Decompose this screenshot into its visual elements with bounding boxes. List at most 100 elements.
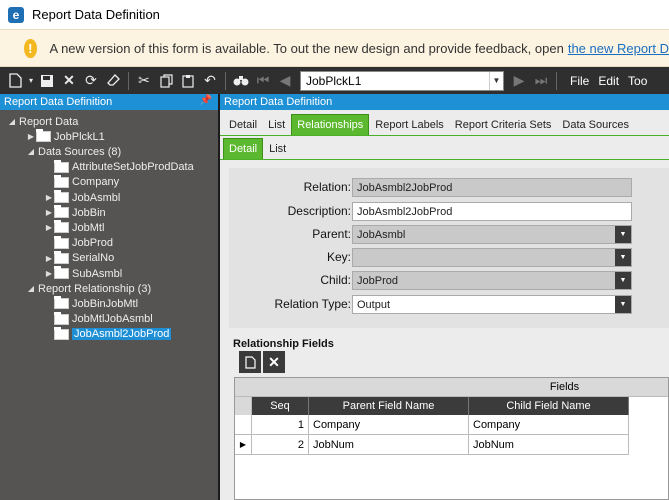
current-row-icon[interactable]: ▶ [235,435,252,455]
column-header-seq[interactable]: Seq [252,397,309,415]
delete-icon[interactable]: ✕ [58,70,80,92]
tree-item-label: Data Sources (8) [38,145,122,158]
cell-parent-field[interactable]: Company [309,415,469,435]
tree-item[interactable]: ▶ JobPlckL1 [26,129,105,144]
expand-icon[interactable]: ▶ [26,132,36,141]
paste-icon[interactable] [177,70,199,92]
collapse-icon[interactable]: ◢ [7,117,17,126]
tree-item[interactable]: JobBinJobMtl [44,296,138,311]
chevron-down-icon[interactable]: ▼ [615,249,631,266]
tree-item[interactable]: ▶ JobMtl [44,220,104,235]
tab-data-sources[interactable]: Data Sources [557,115,634,135]
menu-edit[interactable]: Edit [598,74,619,88]
clear-icon[interactable] [102,70,124,92]
expand-icon[interactable]: ▶ [44,223,54,232]
record-selector[interactable]: JobPlckL1 ▼ [300,70,504,91]
previous-record-icon[interactable]: ◀ [274,70,296,92]
tree-item[interactable]: AttributeSetJobProdData [44,159,194,175]
new-design-link[interactable]: the new Report D [568,41,669,56]
tree-item-label: Company [72,176,120,189]
expand-icon[interactable]: ▶ [44,193,54,202]
pin-icon[interactable]: 📌 [200,95,212,106]
cut-icon[interactable]: ✂ [133,70,155,92]
chevron-down-icon[interactable]: ▼ [615,226,631,243]
chevron-down-icon[interactable]: ▼ [615,296,631,313]
tab-report-criteria-sets[interactable]: Report Criteria Sets [450,115,557,135]
tab-report-labels[interactable]: Report Labels [370,115,449,135]
key-select[interactable]: ▼ [352,248,632,267]
folder-icon [54,266,69,279]
new-dropdown-icon[interactable]: ▾ [26,70,36,92]
relation-type-select[interactable]: Output ▼ [352,295,632,314]
tree-item[interactable]: ◢ Data Sources (8) [26,144,121,159]
folder-icon [54,311,69,325]
last-record-icon[interactable]: ⏭ [530,70,552,92]
tree-item[interactable]: JobMtlJobAsmbl [44,311,153,327]
tree-item[interactable]: ▶ JobBin [44,205,106,220]
add-row-icon[interactable] [239,351,261,373]
tree-item[interactable]: ▶ SubAsmbl [44,266,122,281]
tab-detail[interactable]: Detail [224,115,262,135]
tree-item[interactable]: JobAsmbl2JobProd [44,326,172,342]
first-record-icon[interactable]: ⏮ [252,70,274,92]
menu-tools[interactable]: Too [628,74,647,88]
row-indicator-header [235,397,252,415]
subtab-list[interactable]: List [264,139,291,159]
chevron-down-icon[interactable]: ▼ [615,272,631,289]
relation-type-row: Relation Type: Output ▼ [229,295,669,314]
tree-item-label: JobAsmbl [72,191,121,204]
child-select[interactable]: JobProd ▼ [352,271,632,290]
tree-item[interactable]: ▶ JobAsmbl [44,190,120,205]
column-header-child-field[interactable]: Child Field Name [469,397,629,415]
tree-item[interactable]: ◢ Report Data [7,114,78,129]
tree-item-label: JobPlckL1 [54,130,105,143]
collapse-icon[interactable]: ◢ [26,284,36,293]
table-row[interactable]: 1 Company Company [235,415,629,435]
tab-relationships[interactable]: Relationships [291,114,370,135]
tree-item-label: JobProd [72,237,113,250]
cell-parent-field[interactable]: JobNum [309,435,469,455]
delete-row-icon[interactable]: ✕ [263,351,285,373]
collapse-icon[interactable]: ◢ [26,147,36,156]
description-field[interactable]: JobAsmbl2JobProd [352,202,632,221]
window-titlebar: e Report Data Definition [0,0,669,29]
search-icon[interactable] [230,70,252,92]
parent-label: Parent: [312,227,351,241]
save-icon[interactable] [36,70,58,92]
next-record-icon[interactable]: ▶ [508,70,530,92]
cell-child-field[interactable]: Company [469,415,629,435]
cell-seq[interactable]: 2 [252,435,309,455]
menu-file[interactable]: File [570,74,589,88]
cell-seq[interactable]: 1 [252,415,309,435]
folder-icon [54,190,69,203]
tree-item[interactable]: JobProd [44,235,113,251]
row-indicator[interactable] [235,415,252,435]
undo-icon[interactable]: ↶ [199,70,221,92]
expand-icon[interactable]: ▶ [44,269,54,278]
tree-item-label: JobBin [72,206,106,219]
cell-child-field[interactable]: JobNum [469,435,629,455]
expand-icon[interactable]: ▶ [44,208,54,217]
tab-list[interactable]: List [263,115,290,135]
tree-item[interactable]: ◢ Report Relationship (3) [26,281,151,296]
subtab-detail[interactable]: Detail [223,138,264,159]
toolbar-divider [128,71,129,90]
child-label: Child: [320,273,351,287]
relation-field: JobAsmbl2JobProd [352,178,632,197]
parent-select[interactable]: JobAsmbl ▼ [352,225,632,244]
table-row[interactable]: ▶ 2 JobNum JobNum [235,435,629,455]
new-icon[interactable] [4,70,26,92]
tree-item[interactable]: ▶ SerialNo [44,250,114,266]
chevron-down-icon[interactable]: ▼ [489,71,503,90]
copy-icon[interactable] [155,70,177,92]
refresh-icon[interactable]: ⟳ [80,70,102,92]
detail-panel-title: Report Data Definition [224,96,333,108]
folder-icon [54,205,69,219]
relationship-fields-grid: Fields Seq Parent Field Name Child Field… [234,377,669,500]
fields-group-header: Fields [235,378,668,397]
new-version-banner: ! A new version of this form is availabl… [0,29,669,67]
column-header-parent-field[interactable]: Parent Field Name [309,397,469,415]
tree-item[interactable]: Company [44,174,120,190]
description-label: Description: [287,204,351,218]
expand-icon[interactable]: ▶ [44,254,54,263]
